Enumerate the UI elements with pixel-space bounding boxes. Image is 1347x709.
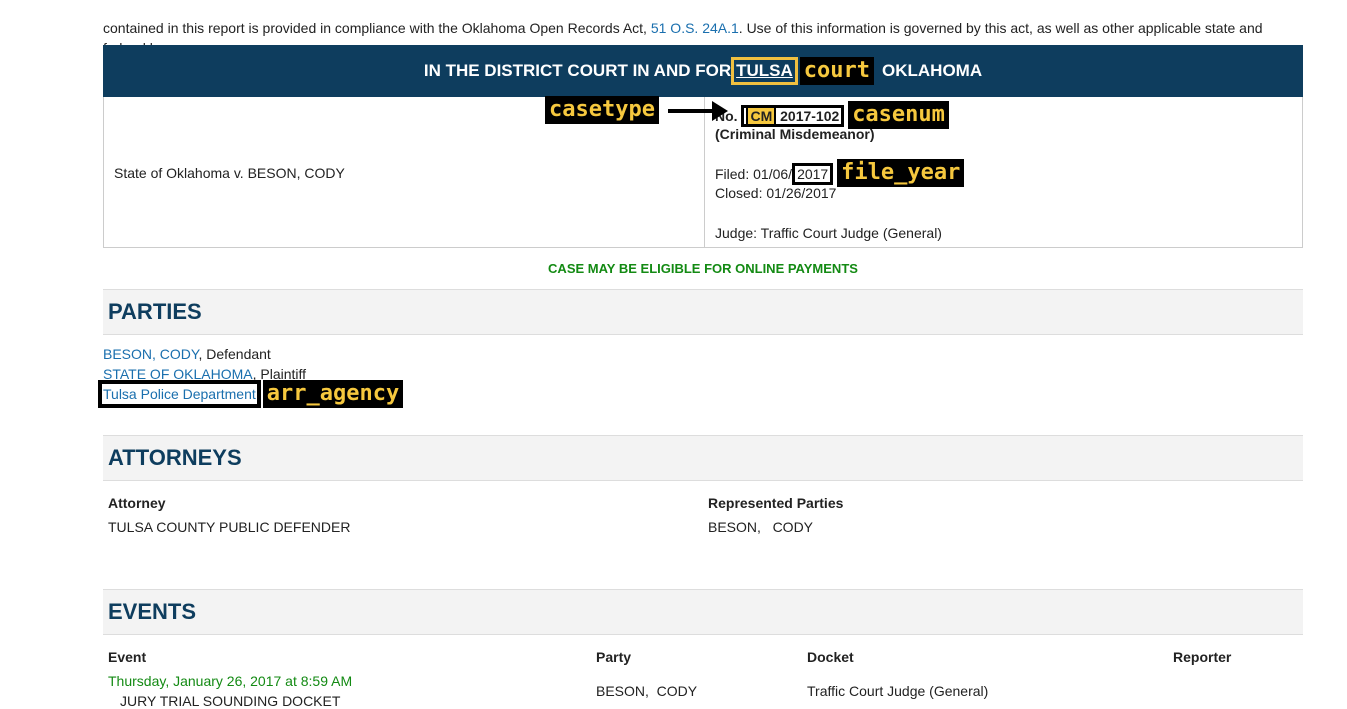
county-name: TULSA (731, 57, 798, 85)
court-header-prefix: IN THE DISTRICT COURT IN AND FOR (423, 61, 732, 80)
events-section-header: EVENTS (103, 589, 1303, 635)
filed-prefix: Filed: 01/06/ (715, 166, 793, 182)
court-header-suffix: OKLAHOMA (882, 61, 983, 80)
arr-agency-box: Tulsa Police Department (98, 380, 261, 408)
file-year-value: 2017 (792, 163, 834, 185)
reporter-column-header: Reporter (1173, 649, 1232, 665)
parties-title: PARTIES (108, 299, 202, 324)
filed-line: Filed: 01/06/2017 file_year (715, 159, 965, 187)
casenum-annotation-label: casenum (848, 101, 949, 129)
casetype-annotation-label: casetype (545, 96, 659, 124)
events-title: EVENTS (108, 599, 197, 624)
attorney-name: TULSA COUNTY PUBLIC DEFENDER (108, 519, 351, 535)
casetype-value: CM (746, 106, 777, 126)
casetype-arrow-icon (668, 101, 728, 121)
attorneys-section-header: ATTORNEYS (103, 435, 1303, 481)
event-date: Thursday, January 26, 2017 at 8:59 AM (108, 673, 353, 689)
casenum-value: 2017-102 (780, 108, 840, 124)
event-docket: Traffic Court Judge (General) (807, 683, 989, 699)
judge: Judge: Traffic Court Judge (General) (715, 225, 942, 241)
statute-link[interactable]: 51 O.S. 24A.1 (651, 20, 739, 36)
party-column-header: Party (596, 649, 632, 665)
party-link[interactable]: BESON, CODY (103, 346, 198, 362)
party-item: BESON, CODY, Defendant (103, 346, 271, 362)
party-item: Tulsa Police Department arr_agency (98, 380, 404, 408)
case-style: State of Oklahoma v. BESON, CODY (114, 165, 345, 181)
represented-parties-column-header: Represented Parties (708, 495, 844, 511)
docket-column-header: Docket (807, 649, 854, 665)
case-number-box: CM 2017-102 (741, 105, 845, 127)
event-name: JURY TRIAL SOUNDING DOCKET (120, 693, 341, 709)
intro-line1-suffix: . Use of this information is governed by… (738, 20, 1263, 36)
event-party: BESON, CODY (596, 683, 698, 699)
closed-date: Closed: 01/26/2017 (715, 185, 837, 201)
court-annotation-label: court (799, 57, 875, 85)
online-payment-notice: CASE MAY BE ELIGIBLE FOR ONLINE PAYMENTS (548, 261, 858, 276)
represented-party: BESON, CODY (708, 519, 814, 535)
intro-line1-prefix: contained in this report is provided in … (103, 20, 651, 36)
arr-agency-annotation-label: arr_agency (262, 380, 404, 408)
file-year-annotation-label: file_year (837, 159, 965, 187)
parties-section-header: PARTIES (103, 289, 1303, 335)
attorneys-title: ATTORNEYS (108, 445, 242, 470)
event-column-header: Event (108, 649, 147, 665)
attorney-column-header: Attorney (108, 495, 166, 511)
case-description: (Criminal Misdemeanor) (715, 126, 875, 142)
court-header: IN THE DISTRICT COURT IN AND FOR TULSA c… (103, 45, 1303, 97)
case-details-cell: No. CM 2017-102 casenum (Criminal Misdem… (715, 97, 1302, 247)
party-link[interactable]: Tulsa Police Department (103, 386, 256, 402)
case-number-line: No. CM 2017-102 casenum (715, 101, 949, 129)
party-role: , Defendant (198, 346, 271, 362)
